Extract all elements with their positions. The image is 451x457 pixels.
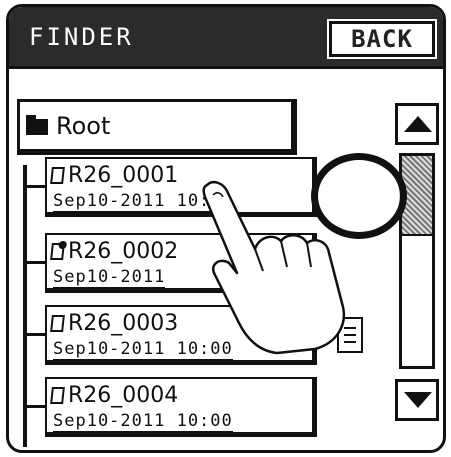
tree-branch: [25, 333, 45, 336]
pointing-hand-icon: [202, 180, 346, 355]
folder-icon: [26, 114, 48, 135]
finder-screen: FINDER BACK Root R26_0001 Sep10-2011 10:…: [6, 4, 446, 453]
file-icon: [50, 315, 65, 332]
file-item-r26-0004[interactable]: R26_0004 Sep10-2011 10:00: [25, 377, 317, 437]
triangle-up-icon: [404, 116, 432, 132]
file-name-text: R26_0001: [68, 163, 179, 188]
file-name: R26_0001: [50, 163, 179, 188]
file-icon: [50, 167, 65, 184]
file-name-text: R26_0002: [68, 239, 179, 264]
screen-title: FINDER: [29, 23, 134, 51]
triangle-down-icon: [404, 392, 432, 408]
file-date: Sep10-2011 10:00: [53, 411, 233, 433]
file-icon: [50, 387, 65, 404]
root-folder-button[interactable]: Root: [17, 99, 297, 155]
file-date: Sep10-2011: [53, 267, 166, 289]
file-name: R26_0004: [50, 383, 179, 408]
tree-branch: [25, 261, 45, 264]
scroll-up-button[interactable]: [395, 103, 439, 145]
file-name-text: R26_0004: [68, 383, 179, 408]
back-button[interactable]: BACK: [327, 19, 437, 59]
tree-branch: [25, 185, 45, 188]
scroll-down-button[interactable]: [395, 379, 439, 421]
title-bar: FINDER BACK: [9, 7, 443, 69]
file-name: R26_0003: [50, 311, 179, 336]
file-locked-icon: [50, 243, 65, 260]
file-name: R26_0002: [50, 239, 179, 264]
root-label: Root: [56, 111, 111, 140]
tree-branch: [25, 405, 45, 408]
file-name-text: R26_0003: [68, 311, 179, 336]
